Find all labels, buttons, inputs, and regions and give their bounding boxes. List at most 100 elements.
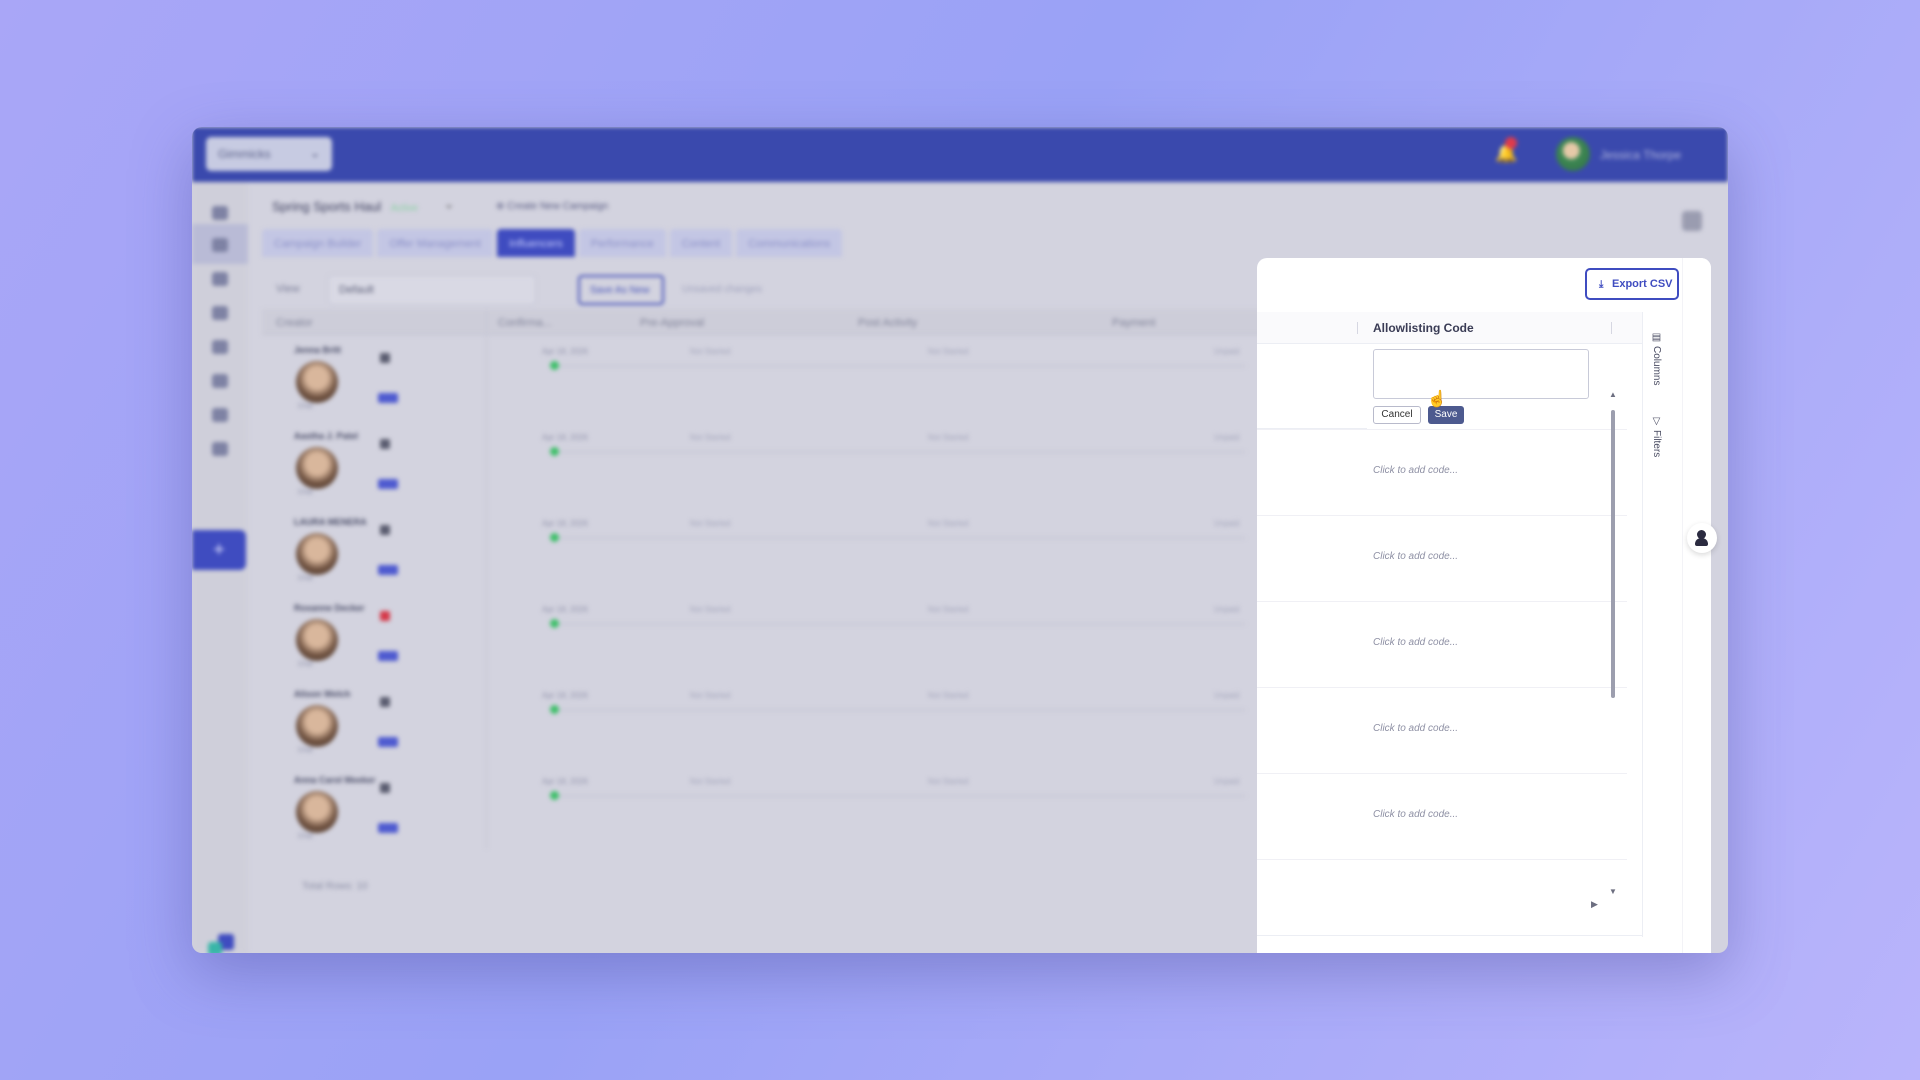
table-row[interactable]: Roxanne Decker Chat Apr 18, 2026 Not Starte…: [262, 595, 1262, 681]
settings-icon[interactable]: [212, 408, 228, 422]
influencer-table: Creator Confirma... Pre-Approval Post Ac…: [262, 309, 1262, 869]
creator-badge[interactable]: [378, 737, 398, 747]
allowlisting-code-input[interactable]: [1373, 349, 1589, 399]
creator-name[interactable]: Aastha J. Patel: [294, 431, 358, 441]
column-resize-handle[interactable]: [1357, 322, 1358, 334]
allowlisting-code-header[interactable]: Allowlisting Code: [1373, 321, 1474, 335]
table-row: Click to add code...: [1257, 430, 1627, 516]
column-header[interactable]: Pre-Approval: [640, 317, 704, 329]
wallet-icon[interactable]: [212, 306, 228, 320]
campaign-chevron-icon[interactable]: ⌄: [444, 197, 454, 211]
creator-badge[interactable]: [378, 393, 398, 403]
tab-campaign-builder[interactable]: Campaign Builder: [262, 229, 374, 257]
creator-name[interactable]: Roxanne Decker: [294, 603, 365, 613]
scroll-right-icon[interactable]: ▶: [1591, 899, 1598, 910]
column-resize-handle[interactable]: [1611, 322, 1612, 334]
chat-support-icon[interactable]: [1682, 211, 1702, 231]
company-select[interactable]: Gimmicks ⌄: [206, 137, 332, 171]
vertical-scrollbar[interactable]: ▲ ▼: [1609, 390, 1617, 920]
column-header[interactable]: Creator: [276, 317, 313, 329]
tiktok-icon[interactable]: [380, 525, 390, 535]
creator-badge[interactable]: [378, 651, 398, 661]
progress-track: [555, 537, 1245, 539]
create-campaign-link[interactable]: ⊕ Create New Campaign: [496, 201, 608, 212]
table-row[interactable]: Jenna Britt Chat Apr 18, 2026 Not Started No…: [262, 337, 1262, 423]
creator-avatar[interactable]: [296, 791, 338, 833]
table-header: Creator Confirma... Pre-Approval Post Ac…: [262, 309, 1262, 335]
share-icon[interactable]: [212, 374, 228, 388]
tiktok-icon[interactable]: [380, 439, 390, 449]
column-header[interactable]: Payment: [1112, 317, 1155, 329]
creator-badge[interactable]: [378, 479, 398, 489]
tiktok-icon[interactable]: [380, 697, 390, 707]
chat-link[interactable]: Chat: [298, 661, 313, 668]
column-header[interactable]: Confirma...: [498, 317, 552, 329]
tiktok-icon[interactable]: [380, 353, 390, 363]
creator-badge[interactable]: [378, 565, 398, 575]
chart-icon[interactable]: [212, 238, 228, 252]
creator-badge[interactable]: [378, 823, 398, 833]
columns-icon: ▤: [1651, 332, 1662, 343]
add-code-placeholder[interactable]: Click to add code...: [1373, 465, 1458, 476]
table-row[interactable]: Anna Carol Meeker Chat Apr 18, 2026 Not Sta…: [262, 767, 1262, 853]
chat-link[interactable]: Chat: [298, 403, 313, 410]
chat-link[interactable]: Chat: [298, 747, 313, 754]
columns-tab-label: Columns: [1651, 346, 1662, 386]
clock-icon[interactable]: [212, 272, 228, 286]
grid-side-tools: ▤ Columns ▽ Filters: [1643, 312, 1671, 937]
tab-offer-management[interactable]: Offer Management: [377, 229, 493, 257]
table-row[interactable]: Alison Welch Chat Apr 18, 2026 Not Started N…: [262, 681, 1262, 767]
add-code-placeholder[interactable]: Click to add code...: [1373, 723, 1458, 734]
chat-link[interactable]: Chat: [298, 833, 313, 840]
export-csv-button[interactable]: ⤓ Export CSV: [1585, 268, 1679, 300]
view-label: View: [276, 283, 300, 295]
creator-avatar[interactable]: [296, 619, 338, 661]
side-nav: +: [192, 182, 248, 953]
help-chat-bubble[interactable]: [1687, 523, 1717, 553]
scroll-up-icon[interactable]: ▲: [1609, 390, 1617, 399]
cancel-button[interactable]: Cancel: [1373, 406, 1421, 424]
notification-bell-icon[interactable]: 🔔: [1495, 137, 1517, 164]
scrollbar-thumb[interactable]: [1611, 410, 1615, 698]
pre-approval-status: Not Started: [690, 347, 731, 356]
add-code-placeholder[interactable]: Click to add code...: [1373, 809, 1458, 820]
creator-name[interactable]: Anna Carol Meeker: [294, 775, 376, 785]
pre-approval-status: Not Started: [690, 433, 731, 442]
creator-avatar[interactable]: [296, 705, 338, 747]
add-code-placeholder[interactable]: Click to add code...: [1373, 637, 1458, 648]
creator-avatar[interactable]: [296, 447, 338, 489]
tab-influencers[interactable]: Influencers: [496, 229, 575, 257]
tab-performance[interactable]: Performance: [578, 229, 666, 257]
creator-name[interactable]: Jenna Britt: [294, 345, 341, 355]
add-button[interactable]: +: [192, 530, 246, 570]
creator-name[interactable]: LAURA MENERA: [294, 517, 367, 527]
save-as-new-button[interactable]: Save As New: [578, 275, 664, 305]
help-icon[interactable]: [212, 442, 228, 456]
creator-name[interactable]: Alison Welch: [294, 689, 350, 699]
campaign-title[interactable]: Spring Sports Haul Active: [272, 199, 418, 214]
chat-link[interactable]: Chat: [298, 575, 313, 582]
youtube-icon[interactable]: [380, 611, 390, 621]
user-name[interactable]: Jessica Thorpe: [1600, 148, 1681, 162]
tiktok-icon[interactable]: [380, 783, 390, 793]
add-code-placeholder[interactable]: Click to add code...: [1373, 551, 1458, 562]
home-icon[interactable]: [212, 206, 228, 220]
chat-icon[interactable]: [212, 340, 228, 354]
chat-link[interactable]: Chat: [298, 489, 313, 496]
table-row[interactable]: Aastha J. Patel Chat Apr 18, 2026 Not Start…: [262, 423, 1262, 509]
scroll-down-icon[interactable]: ▼: [1609, 887, 1617, 896]
filters-tool-tab[interactable]: ▽ Filters: [1651, 416, 1662, 457]
tab-content[interactable]: Content: [669, 229, 733, 257]
columns-tool-tab[interactable]: ▤ Columns: [1651, 332, 1662, 385]
table-row: Click to add code...: [1257, 602, 1627, 688]
brand-logo: [208, 934, 234, 953]
status-dot: [550, 705, 559, 714]
column-header[interactable]: Post Activity: [858, 317, 917, 329]
tab-communications[interactable]: Communications: [736, 229, 843, 257]
pre-approval-status: Not Started: [690, 777, 731, 786]
table-row[interactable]: LAURA MENERA Chat Apr 18, 2026 Not Started N…: [262, 509, 1262, 595]
view-select[interactable]: Default: [328, 275, 536, 305]
creator-avatar[interactable]: [296, 361, 338, 403]
creator-avatar[interactable]: [296, 533, 338, 575]
user-avatar[interactable]: [1556, 137, 1590, 171]
